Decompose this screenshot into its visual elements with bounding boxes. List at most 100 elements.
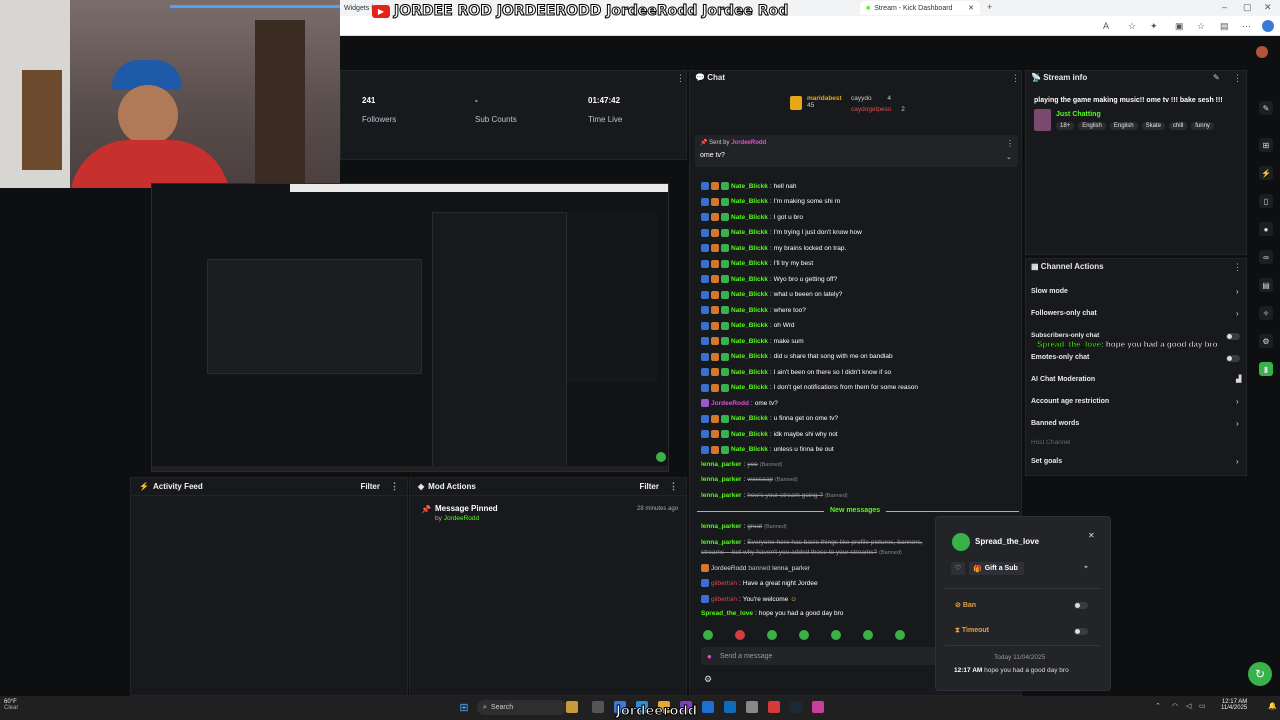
chart-icon[interactable]: ▟ [1236, 375, 1241, 383]
emote-icon[interactable] [799, 630, 809, 640]
close-icon[interactable]: ✕ [1088, 531, 1095, 540]
star-icon[interactable]: ☆ [1128, 21, 1136, 32]
chevron-right-icon[interactable]: › [1236, 419, 1239, 428]
read-aloud-icon[interactable]: A [1103, 21, 1109, 31]
chat-username[interactable]: gilbertsin [711, 596, 737, 603]
chat-username[interactable]: lenna_parker [701, 492, 741, 499]
chat-username[interactable]: Nate_Blickk [731, 322, 768, 329]
chat-settings-icon[interactable]: ⚙ [704, 674, 712, 685]
wifi-icon[interactable]: ◠ [1172, 702, 1178, 710]
ai-moderation-item[interactable]: AI Chat Moderation [1031, 376, 1095, 383]
tag[interactable]: funny [1191, 122, 1214, 130]
taskbar-clock[interactable]: 12:17 AM 11/4/2025 [1221, 699, 1247, 711]
chat-username[interactable]: Spread_the_love [701, 610, 753, 617]
mod-menu-icon[interactable]: ⋮ [669, 481, 678, 492]
chat-username[interactable]: Nate_Blickk [731, 245, 768, 252]
chat-username[interactable]: Nate_Blickk [731, 369, 768, 376]
tab-kick-dashboard[interactable]: ■ Stream - Kick Dashboard ✕ [860, 1, 980, 15]
edit-icon[interactable]: ✎ [1213, 73, 1220, 82]
favorites-icon[interactable]: ☆ [1197, 21, 1205, 32]
channel-actions-menu-icon[interactable]: ⋮ [1233, 262, 1242, 273]
lightning-icon[interactable]: ⚡ [1259, 166, 1273, 180]
tag[interactable]: Skate [1141, 122, 1165, 130]
chat-username[interactable]: Nate_Blickk [731, 338, 768, 345]
go-live-icon[interactable]: ▮ [1259, 362, 1273, 376]
tag[interactable]: chill [1168, 122, 1188, 130]
chat-username[interactable]: Nate_Blickk [731, 431, 768, 438]
set-goals-item[interactable]: Set goals [1031, 458, 1062, 465]
subscribers-only-item[interactable]: Subscribers-only chat [1031, 332, 1099, 339]
chat-username[interactable]: lenna_parker [701, 476, 741, 483]
chat-username[interactable]: Nate_Blickk [731, 307, 768, 314]
chat-username[interactable]: Nate_Blickk [731, 276, 768, 283]
chat-username[interactable]: Nate_Blickk [731, 214, 768, 221]
chat-username[interactable]: Nate_Blickk [731, 415, 768, 422]
link-icon[interactable]: ∞ [1259, 250, 1273, 264]
ban-toggle[interactable] [1074, 602, 1088, 609]
emote-icon[interactable] [895, 630, 905, 640]
timeout-toggle[interactable] [1074, 628, 1088, 635]
slow-mode-item[interactable]: Slow mode [1031, 288, 1068, 295]
tag[interactable]: English [1109, 122, 1138, 130]
app-icon[interactable] [566, 701, 578, 713]
windows-start-icon[interactable]: ⊞ [458, 701, 470, 714]
wrench-icon[interactable]: ✧ [1259, 306, 1273, 320]
activity-menu-icon[interactable]: ⋮ [390, 481, 399, 492]
dashboard-icon[interactable]: ⊞ [1259, 138, 1273, 152]
emotes-only-toggle[interactable] [1226, 355, 1240, 362]
chat-username[interactable]: Nate_Blickk [731, 446, 768, 453]
top-gifter-2[interactable]: cayydo 4 [851, 95, 891, 102]
chat-username[interactable]: lenna_parker [701, 461, 741, 468]
follow-heart-icon[interactable]: ♡ [951, 562, 965, 575]
emote-icon[interactable] [767, 630, 777, 640]
activity-filter-button[interactable]: Filter [360, 482, 380, 491]
layers-icon[interactable]: ▤ [1259, 278, 1273, 292]
category-name[interactable]: Just Chatting [1056, 111, 1101, 118]
collapse-pin-icon[interactable]: ⌄ [1006, 153, 1012, 161]
chat-username[interactable]: Nate_Blickk [731, 183, 768, 190]
profile-avatar[interactable] [1262, 20, 1274, 32]
task-view-icon[interactable] [592, 701, 604, 713]
chat-username[interactable]: JordeeRodd [711, 400, 749, 407]
banned-words-item[interactable]: Banned words [1031, 420, 1079, 427]
chat-username[interactable]: Nate_Blickk [731, 198, 768, 205]
app-icon[interactable] [702, 701, 714, 713]
tag[interactable]: 18+ [1056, 122, 1075, 130]
stats-menu-icon[interactable]: ⋮ [676, 73, 685, 84]
battery-icon[interactable]: ▭ [1199, 702, 1206, 710]
emote-icon[interactable] [735, 630, 745, 640]
chat-username[interactable]: Nate_Blickk [731, 260, 768, 267]
gear-icon[interactable]: ⚙ [1259, 334, 1273, 348]
chat-menu-icon[interactable]: ⋮ [1011, 73, 1020, 84]
stream-info-menu-icon[interactable]: ⋮ [1233, 73, 1242, 84]
ban-target[interactable]: lenna_parker [772, 565, 810, 572]
chevron-right-icon[interactable]: › [1236, 287, 1239, 296]
settings-app-icon[interactable] [746, 701, 758, 713]
more-menu-icon[interactable]: ⋯ [1242, 21, 1251, 32]
collections-icon[interactable]: ▤ [1220, 21, 1229, 32]
emote-icon[interactable] [703, 630, 713, 640]
weather-widget[interactable]: 60°F Clear [4, 699, 18, 711]
top-gifter-3[interactable]: caydogetpeso 2 [851, 106, 905, 113]
account-age-item[interactable]: Account age restriction [1031, 398, 1109, 405]
user-card-name[interactable]: Spread_the_love [975, 537, 1039, 546]
notification-icon[interactable]: 🔔 [1268, 702, 1277, 710]
chat-username[interactable]: lenna_parker [701, 539, 741, 546]
steam-icon[interactable] [790, 701, 802, 713]
chat-username[interactable]: JordeeRodd [711, 565, 746, 572]
emotes-only-item[interactable]: Emotes-only chat [1031, 354, 1089, 361]
tray-chevron-icon[interactable]: ⌃ [1155, 702, 1161, 710]
pencil-icon[interactable]: ✎ [1259, 101, 1273, 115]
split-screen-icon[interactable]: ▣ [1175, 21, 1184, 32]
chat-username[interactable]: Nate_Blickk [731, 229, 768, 236]
chat-username[interactable]: Nate_Blickk [731, 291, 768, 298]
subscribers-only-toggle[interactable] [1226, 333, 1240, 340]
app-icon[interactable] [812, 701, 824, 713]
unpin-icon[interactable]: ⋮ [1006, 139, 1014, 148]
chat-bubble-icon[interactable]: ● [1259, 222, 1273, 236]
app-icon[interactable] [768, 701, 780, 713]
mod-item-user[interactable]: JordeeRodd [444, 515, 479, 522]
chevron-right-icon[interactable]: › [1236, 457, 1239, 466]
maximize-icon[interactable]: ▢ [1243, 2, 1252, 13]
new-tab-icon[interactable]: + [987, 2, 992, 12]
